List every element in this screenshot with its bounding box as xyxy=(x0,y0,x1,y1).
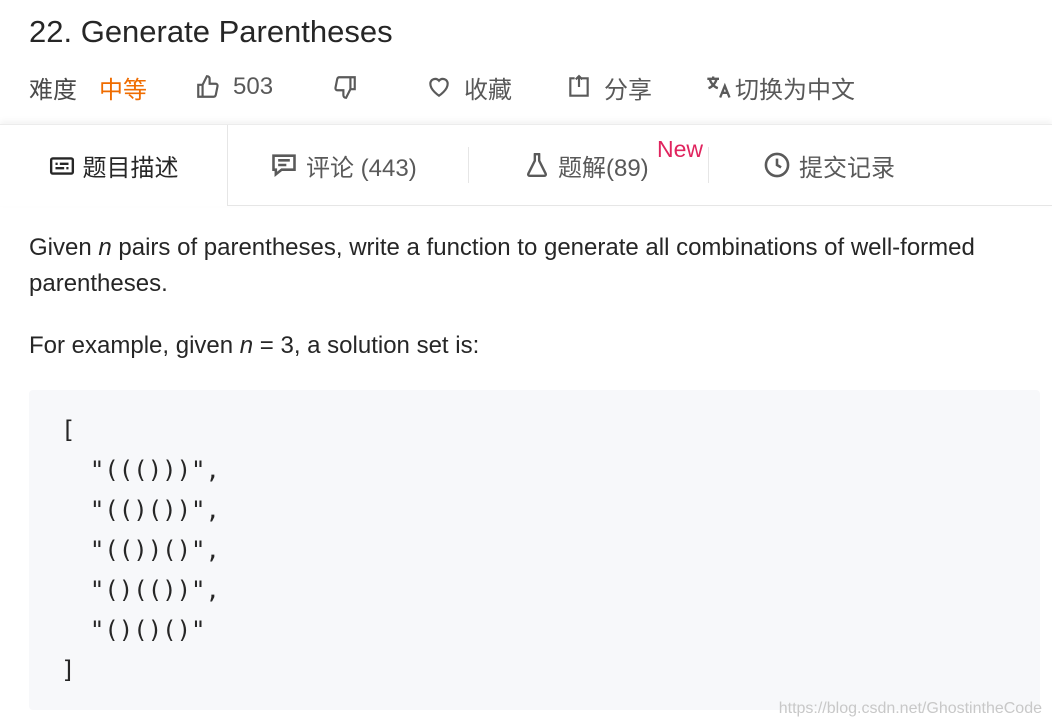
example-intro: For example, given n = 3, a solution set… xyxy=(29,332,480,359)
tab-label: 题解(89) xyxy=(558,154,649,182)
watermark: https://blog.csdn.net/GhostintheCode xyxy=(778,700,1042,717)
thumbs-down-icon xyxy=(334,76,356,99)
tab-label: 提交记录 xyxy=(799,154,895,182)
dislike-button[interactable] xyxy=(332,70,358,104)
problem-title: 22. Generate Parentheses xyxy=(29,14,393,49)
tab-submissions[interactable]: 提交记录 xyxy=(763,125,895,205)
share-button[interactable]: 分享 xyxy=(566,70,652,104)
difficulty: 难度 中等 xyxy=(29,70,147,104)
new-badge: New xyxy=(657,136,704,162)
clock-icon xyxy=(764,152,790,178)
favorite-button[interactable]: 收藏 xyxy=(426,70,512,104)
likes-count: 503 xyxy=(233,73,274,100)
tab-label: 评论 (443) xyxy=(306,154,417,182)
tab-label: 题目描述 xyxy=(82,155,179,182)
like-button[interactable]: 503 xyxy=(195,70,273,104)
favorite-label: 收藏 xyxy=(464,76,512,104)
thumbs-up-icon xyxy=(197,75,219,98)
share-icon xyxy=(569,74,589,97)
translate-label: 切换为中文 xyxy=(735,76,855,104)
tab-comments[interactable]: 评论 (443) xyxy=(270,125,417,205)
heart-icon xyxy=(429,77,449,97)
problem-meta-bar: 难度 中等 503 收藏 分享 切换为中文 xyxy=(29,70,1029,104)
tab-bar: 题目描述 评论 (443) 题解(89) 提交记录 xyxy=(0,124,1052,206)
translate-button[interactable]: 切换为中文 xyxy=(705,70,855,104)
translate-icon xyxy=(707,76,731,98)
example-output: [ "((()))", "(()())", "(())()", "()(())"… xyxy=(61,416,220,684)
share-label: 分享 xyxy=(604,76,652,104)
tab-description[interactable]: 题目描述 xyxy=(0,125,228,206)
difficulty-value: 中等 xyxy=(99,76,147,104)
tab-divider xyxy=(708,147,709,183)
difficulty-label: 难度 xyxy=(29,76,77,104)
problem-description: Given n pairs of parentheses, write a fu… xyxy=(29,230,1029,364)
flask-icon xyxy=(526,152,548,178)
code-block: [ "((()))", "(()())", "(())()", "()(())"… xyxy=(29,390,1040,710)
tab-divider xyxy=(468,147,469,183)
comment-icon xyxy=(272,154,296,178)
tab-solutions[interactable]: 题解(89) xyxy=(524,125,649,205)
description-paragraph: Given n pairs of parentheses, write a fu… xyxy=(29,234,975,297)
description-icon xyxy=(49,156,74,175)
